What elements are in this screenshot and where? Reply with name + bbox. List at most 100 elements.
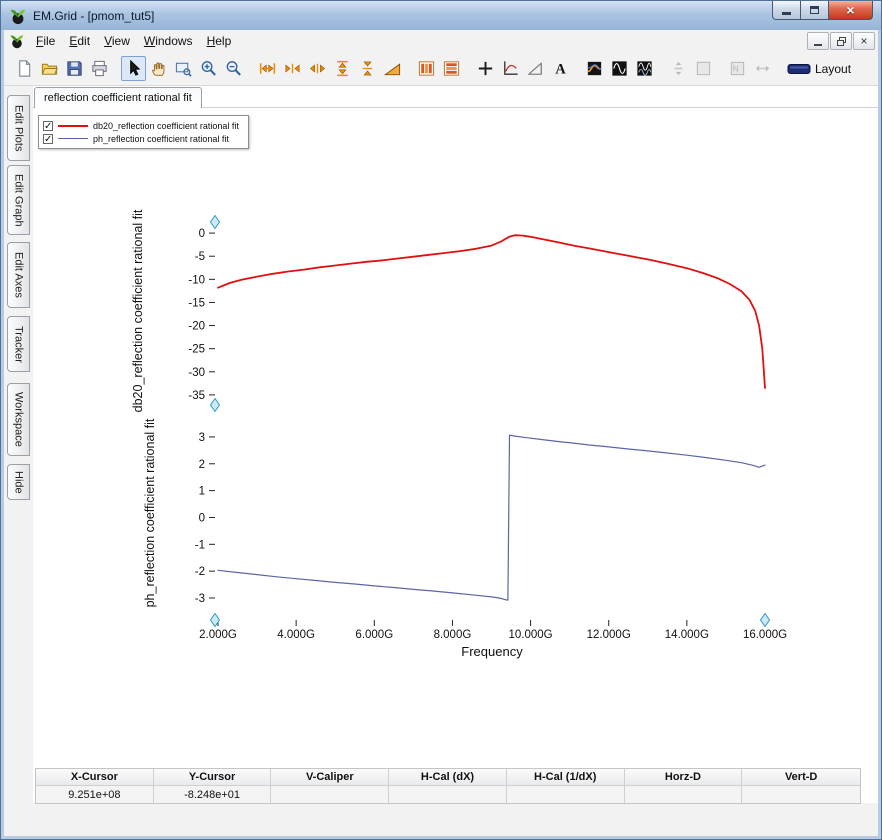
mdi-minimize-button[interactable] [807, 32, 829, 50]
menu-help[interactable]: Help [200, 31, 239, 51]
y-tick-label: -30 [188, 367, 205, 379]
x-tick-label: 8.000G [434, 629, 472, 641]
open-file-icon [40, 59, 59, 78]
y-tick-label: -20 [188, 321, 205, 333]
y-axis-full-scale-icon [333, 59, 352, 78]
toolbar: A Layout [4, 52, 878, 86]
mdi-restore-icon [836, 36, 847, 47]
axis-handle-icon[interactable] [211, 399, 220, 412]
select-arrow-button[interactable] [121, 56, 146, 81]
legend-box: ✓db20_reflection coefficient rational fi… [38, 115, 249, 149]
zoom-window-button[interactable] [171, 56, 196, 81]
mdi-close-icon: × [860, 34, 867, 48]
trace-db20[interactable] [218, 235, 765, 388]
document-tab[interactable]: reflection coefficient rational fit [34, 87, 202, 108]
waveform-button[interactable] [607, 56, 632, 81]
menu-items: FileEditViewWindowsHelp [29, 31, 238, 51]
x-tick-label: 14.000G [665, 629, 709, 641]
x-tick-label: 12.000G [587, 629, 631, 641]
legend-line-sample [58, 125, 88, 127]
menu-view[interactable]: View [97, 31, 137, 51]
zoom-in-button[interactable] [196, 56, 221, 81]
y-axis-label-db20: db20_reflection coefficient rational fit [131, 210, 145, 413]
auto-scale-icon [383, 59, 402, 78]
status-value-0: 9.251e+08 [36, 786, 154, 803]
y-tick-label: -1 [195, 539, 205, 551]
status-header-x-cursor: X-Cursor [36, 769, 154, 786]
y-axis-zoom-in-button[interactable] [355, 56, 380, 81]
new-document-button[interactable] [12, 56, 37, 81]
mdi-restore-button[interactable] [830, 32, 852, 50]
svg-text:A: A [555, 62, 566, 78]
print-button[interactable] [87, 56, 112, 81]
pan-hand-icon [149, 59, 168, 78]
mdi-close-button[interactable]: × [853, 32, 875, 50]
zoom-window-icon [174, 59, 193, 78]
add-cursor-icon [476, 59, 495, 78]
status-header-h-cal-1-dx-: H-Cal (1/dX) [507, 769, 625, 786]
waveform-icon [610, 59, 629, 78]
plot-canvas[interactable]: 0-5-10-15-20-25-30-353210-1-2-32.000G4.0… [4, 86, 878, 836]
app-window: EM.Grid - [pmom_tut5] × FileEditViewWind… [0, 0, 882, 840]
maximize-button[interactable] [801, 1, 828, 20]
graph-properties-button[interactable] [498, 56, 523, 81]
legend-checkbox[interactable]: ✓ [43, 121, 53, 131]
horizontal-markers-icon [442, 59, 461, 78]
menu-windows[interactable]: Windows [137, 31, 200, 51]
menu-file[interactable]: File [29, 31, 62, 51]
status-header-y-cursor: Y-Cursor [154, 769, 272, 786]
minimize-icon [782, 12, 791, 15]
axis-handle-icon[interactable] [761, 614, 770, 627]
y-axis-label-ph: ph_reflection coefficient rational fit [143, 419, 157, 608]
window-title: EM.Grid - [pmom_tut5] [33, 9, 154, 23]
x-axis-zoom-out-button[interactable] [305, 56, 330, 81]
legend-label: ph_reflection coefficient rational fit [93, 134, 229, 144]
x-axis-full-scale-button[interactable] [255, 56, 280, 81]
x-axis-zoom-in-icon [283, 59, 302, 78]
close-icon: × [846, 3, 854, 17]
add-text-button[interactable]: A [548, 56, 573, 81]
title-bar: EM.Grid - [pmom_tut5] × [1, 1, 881, 30]
status-header-h-cal-dx-: H-Cal (dX) [389, 769, 507, 786]
fit-horizontal-icon [753, 59, 772, 78]
placeholder-1-button [691, 56, 716, 81]
spectrum-button[interactable] [632, 56, 657, 81]
delta-marker-button[interactable] [523, 56, 548, 81]
layout-button[interactable]: Layout [787, 59, 851, 79]
status-value-3 [389, 786, 507, 803]
vertical-markers-icon [417, 59, 436, 78]
add-cursor-button[interactable] [473, 56, 498, 81]
menu-edit[interactable]: Edit [62, 31, 97, 51]
zoom-in-icon [199, 59, 218, 78]
open-file-button[interactable] [37, 56, 62, 81]
y-tick-label: -5 [195, 251, 205, 263]
legend-row: ✓ ph_reflection coefficient rational fit [43, 132, 239, 145]
new-document-icon [15, 59, 34, 78]
cursor-status-table: X-CursorY-CursorV-CaliperH-Cal (dX)H-Cal… [35, 768, 861, 804]
zoom-out-button[interactable] [221, 56, 246, 81]
y-tick-label: 2 [199, 459, 205, 471]
save-button[interactable] [62, 56, 87, 81]
close-button[interactable]: × [828, 1, 873, 20]
axis-handle-icon[interactable] [211, 216, 220, 229]
horizontal-markers-button[interactable] [439, 56, 464, 81]
y-tick-label: -2 [195, 566, 205, 578]
trace-ph[interactable] [218, 435, 765, 600]
x-axis-zoom-in-button[interactable] [280, 56, 305, 81]
y-tick-label: -25 [188, 344, 205, 356]
vertical-markers-button[interactable] [414, 56, 439, 81]
document-icon [9, 33, 25, 49]
fit-vertical-button [666, 56, 691, 81]
legend-checkbox[interactable]: ✓ [43, 134, 53, 144]
pan-hand-button[interactable] [146, 56, 171, 81]
zoom-out-icon [224, 59, 243, 78]
x-tick-label: 6.000G [355, 629, 393, 641]
placeholder-1-icon [694, 59, 713, 78]
auto-scale-button[interactable] [380, 56, 405, 81]
colormap-button[interactable] [582, 56, 607, 81]
minimize-button[interactable] [772, 1, 801, 20]
y-axis-full-scale-button[interactable] [330, 56, 355, 81]
y-tick-label: -35 [188, 390, 205, 402]
add-text-icon: A [551, 59, 570, 78]
y-tick-label: -3 [195, 593, 205, 605]
